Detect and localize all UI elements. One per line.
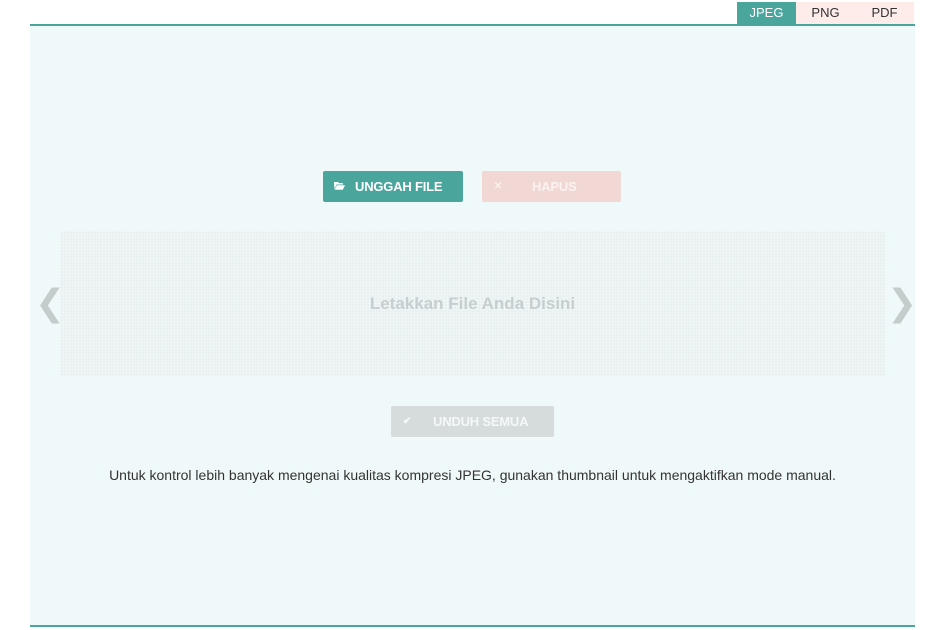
main-panel: UNGGAH FILE ✕ HAPUS ❮ Letakkan File Anda… (30, 24, 917, 627)
dropzone-text: Letakkan File Anda Disini (369, 293, 576, 313)
tab-png[interactable]: PNG (796, 2, 855, 24)
info-text: Untuk kontrol lebih banyak mengenai kual… (109, 467, 836, 483)
carousel-next-button[interactable]: ❯ (887, 286, 917, 322)
clear-label: HAPUS (532, 179, 577, 194)
download-all-button[interactable]: ✔ UNDUH SEMUA (391, 406, 554, 437)
file-dropzone[interactable]: Letakkan File Anda Disini (60, 231, 885, 376)
clear-button[interactable]: ✕ HAPUS (482, 171, 621, 202)
tab-jpeg[interactable]: JPEG (737, 2, 796, 24)
upload-file-button[interactable]: UNGGAH FILE (323, 171, 463, 202)
folder-open-icon (333, 181, 345, 193)
tab-pdf[interactable]: PDF (855, 2, 914, 24)
format-tabs: JPEG PNG PDF (737, 2, 914, 24)
chevron-right-icon: ❯ (887, 283, 918, 324)
close-icon: ✕ (493, 181, 503, 192)
download-all-label: UNDUH SEMUA (433, 414, 529, 429)
upload-file-label: UNGGAH FILE (355, 179, 443, 194)
check-icon: ✔ (402, 416, 412, 427)
compressor-page: JPEG PNG PDF UNGGAH FILE ✕ HAPUS ❮ Letak… (0, 0, 945, 630)
